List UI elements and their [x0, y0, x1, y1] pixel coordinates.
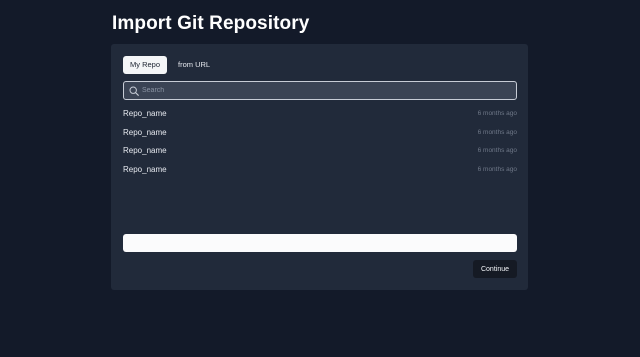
search-box[interactable] [123, 81, 517, 100]
source-tabs: My Repo from URL [123, 56, 217, 74]
repo-list-item[interactable]: Repo_name 6 months ago [123, 141, 517, 160]
repo-name: Repo_name [123, 164, 167, 174]
search-icon [129, 86, 139, 96]
repo-list-item[interactable]: Repo_name 6 months ago [123, 104, 517, 123]
repo-name: Repo_name [123, 108, 167, 118]
repo-updated-time: 6 months ago [477, 128, 517, 136]
repository-url-field[interactable] [123, 234, 517, 252]
import-panel: My Repo from URL Repo_name 6 months ago … [111, 44, 528, 290]
tab-my-repo[interactable]: My Repo [123, 56, 168, 74]
import-page: Import Git Repository My Repo from URL R… [0, 0, 640, 357]
repo-list-item[interactable]: Repo_name 6 months ago [123, 160, 517, 179]
repo-name: Repo_name [123, 127, 167, 137]
repo-updated-time: 6 months ago [477, 147, 517, 155]
repo-updated-time: 6 months ago [477, 109, 517, 117]
repo-name: Repo_name [123, 146, 167, 156]
repo-updated-time: 6 months ago [477, 165, 517, 173]
page-title: Import Git Repository [112, 13, 310, 34]
repo-list: Repo_name 6 months ago Repo_name 6 month… [123, 104, 517, 179]
tab-from-url[interactable]: from URL [171, 56, 217, 74]
continue-button[interactable]: Continue [473, 260, 517, 278]
repo-list-item[interactable]: Repo_name 6 months ago [123, 123, 517, 142]
search-input[interactable] [142, 82, 512, 99]
